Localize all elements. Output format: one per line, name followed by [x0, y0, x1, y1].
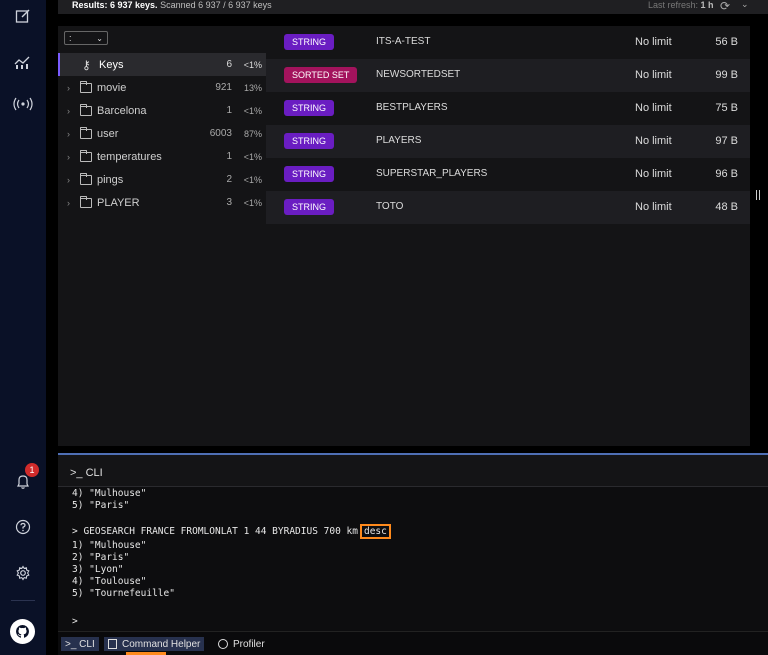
chevron-right-icon: › [67, 105, 70, 116]
command-helper-tab[interactable]: Command Helper [104, 637, 205, 651]
results-summary: Results: 6 937 keys. Scanned 6 937 / 6 9… [72, 0, 272, 10]
type-badge-string: STRING [284, 34, 335, 50]
tree-item-movie[interactable]: › movie 921 13% [58, 76, 266, 99]
highlighted-argument: desc [359, 524, 391, 539]
tree-item-barcelona[interactable]: › Barcelona 1 <1% [58, 99, 266, 122]
folder-icon [80, 80, 92, 93]
analysis-icon[interactable] [11, 50, 35, 74]
cli-tab[interactable]: >_ CLI [61, 637, 99, 651]
key-size: 99 B [715, 69, 738, 81]
key-ttl: No limit [635, 201, 672, 213]
key-tree: : ⌄ ⚷ Keys 6 <1% › movie 921 13% › Barce… [58, 26, 266, 446]
folder-icon [80, 172, 92, 185]
cli-line: 2) "Paris" [72, 552, 130, 563]
chevron-right-icon: › [67, 151, 70, 162]
cli-line: 4) "Mulhouse" [72, 488, 147, 499]
cli-line: 1) "Mulhouse" [72, 540, 147, 551]
folder-icon [80, 195, 92, 208]
key-row[interactable]: SORTED SET NEWSORTEDSET No limit 99 B [266, 59, 750, 92]
key-ttl: No limit [635, 36, 672, 48]
key-row[interactable]: STRING SUPERSTAR_PLAYERS No limit 96 B [266, 158, 750, 191]
key-size: 96 B [715, 168, 738, 180]
panel-resize-handle[interactable] [756, 190, 760, 200]
key-row[interactable]: STRING PLAYERS No limit 97 B [266, 125, 750, 158]
chevron-right-icon: › [67, 197, 70, 208]
key-icon: ⚷ [82, 58, 91, 72]
left-nav: 1 [0, 0, 46, 655]
github-icon[interactable] [10, 619, 35, 644]
key-ttl: No limit [635, 69, 672, 81]
cli-line: 3) "Lyon" [72, 564, 124, 575]
chevron-right-icon: › [67, 82, 70, 93]
type-badge-string: STRING [284, 100, 335, 116]
type-badge-string: STRING [284, 133, 335, 149]
key-name: PLAYERS [376, 135, 422, 146]
delimiter-select[interactable]: : ⌄ [64, 31, 108, 45]
chevron-down-icon[interactable]: ⌄ [741, 0, 749, 10]
last-refresh: Last refresh: 1 h [648, 0, 714, 10]
cli-panel: >_ CLI 4) "Mulhouse" 5) "Paris" > GEOSEA… [58, 453, 768, 631]
type-badge-sorted-set: SORTED SET [284, 67, 358, 83]
key-name: TOTO [376, 201, 404, 212]
cli-output[interactable]: 4) "Mulhouse" 5) "Paris" > GEOSEARCH FRA… [58, 488, 768, 631]
tree-item-user[interactable]: › user 6003 87% [58, 122, 266, 145]
key-ttl: No limit [635, 102, 672, 114]
key-size: 75 B [715, 102, 738, 114]
key-size: 97 B [715, 135, 738, 147]
key-name: NEWSORTEDSET [376, 69, 461, 80]
key-ttl: No limit [635, 168, 672, 180]
key-browser: Results: 6 937 keys. Scanned 6 937 / 6 9… [46, 0, 768, 452]
key-size: 56 B [715, 36, 738, 48]
chevron-right-icon: › [67, 128, 70, 139]
pubsub-icon[interactable] [11, 92, 35, 116]
profiler-tab[interactable]: Profiler [214, 637, 269, 651]
tree-item-keys[interactable]: ⚷ Keys 6 <1% [58, 53, 266, 76]
document-icon [108, 639, 117, 649]
chevron-right-icon: › [67, 174, 70, 185]
refresh-icon[interactable]: ⟳ [720, 0, 730, 13]
key-row[interactable]: STRING TOTO No limit 48 B [266, 191, 750, 224]
tree-item-player[interactable]: › PLAYER 3 <1% [58, 191, 266, 214]
cli-line: 5) "Paris" [72, 500, 130, 511]
key-list: STRING ITS-A-TEST No limit 56 B SORTED S… [266, 26, 750, 446]
nav-divider [11, 600, 35, 601]
tree-item-temperatures[interactable]: › temperatures 1 <1% [58, 145, 266, 168]
tree-item-pings[interactable]: › pings 2 <1% [58, 168, 266, 191]
help-icon[interactable] [11, 515, 35, 539]
cli-line: 4) "Toulouse" [72, 576, 147, 587]
results-bar: Results: 6 937 keys. Scanned 6 937 / 6 9… [58, 0, 768, 14]
key-row[interactable]: STRING BESTPLAYERS No limit 75 B [266, 92, 750, 125]
cli-title: >_ CLI [70, 467, 103, 479]
key-size: 48 B [715, 201, 738, 213]
cli-header: >_ CLI [58, 455, 768, 487]
notification-badge: 1 [25, 463, 39, 477]
type-badge-string: STRING [284, 199, 335, 215]
folder-icon [80, 126, 92, 139]
folder-icon [80, 103, 92, 116]
cli-prompt[interactable]: > [72, 616, 78, 628]
key-name: SUPERSTAR_PLAYERS [376, 168, 488, 179]
key-ttl: No limit [635, 135, 672, 147]
settings-icon[interactable] [11, 561, 35, 585]
folder-icon [80, 149, 92, 162]
cli-line: 5) "Tournefeuille" [72, 588, 175, 599]
chevron-down-icon: ⌄ [96, 33, 103, 43]
cli-command-line: > GEOSEARCH FRANCE FROMLONLAT 1 44 BYRAD… [72, 524, 391, 539]
type-badge-string: STRING [284, 166, 335, 182]
edit-icon[interactable] [11, 4, 35, 28]
profiler-icon [218, 639, 228, 649]
key-row[interactable]: STRING ITS-A-TEST No limit 56 B [266, 26, 750, 59]
key-name: ITS-A-TEST [376, 36, 431, 47]
key-name: BESTPLAYERS [376, 102, 448, 113]
